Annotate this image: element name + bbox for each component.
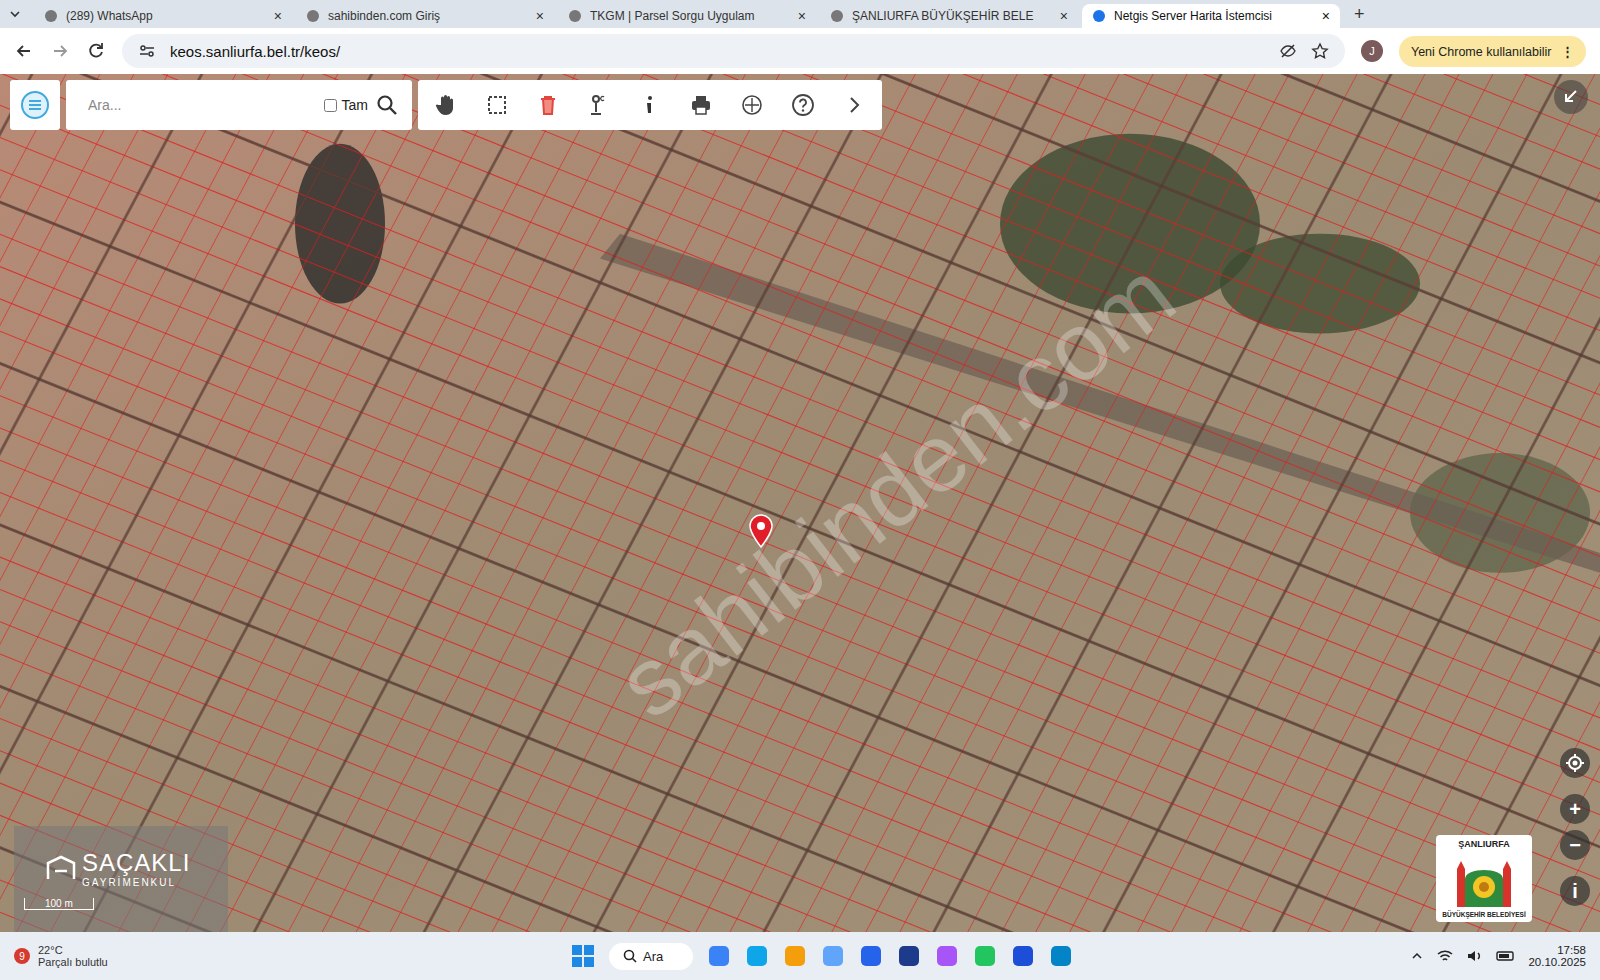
parcel-search: Tam	[66, 80, 412, 130]
favicon-icon	[830, 9, 844, 23]
map-view[interactable]: sahibinden.com Tam + − i ŞANLIURFABÜYÜKŞEHİR …	[0, 74, 1600, 932]
browser-window: (289) WhatsApp×sahibinden.com Giriş×TKGM…	[0, 0, 1600, 980]
print-icon[interactable]	[689, 93, 713, 117]
browser-tab[interactable]: sahibinden.com Giriş×	[296, 4, 554, 28]
tracking-off-icon[interactable]	[1279, 42, 1297, 60]
tab-close-button[interactable]: ×	[274, 8, 282, 24]
municipality-logo: ŞANLIURFABÜYÜKŞEHİR BELEDİYESİ	[1436, 835, 1532, 922]
search-input[interactable]	[86, 96, 312, 114]
address-bar[interactable]: keos.sanliurfa.bel.tr/keos/	[122, 34, 1345, 68]
weather-widget[interactable]: 922°CParçalı bulutlu	[14, 944, 234, 968]
map-tools	[418, 80, 882, 130]
locate-icon	[1565, 753, 1585, 773]
volume-icon[interactable]	[1466, 947, 1484, 965]
scale-bar: 100 m	[24, 898, 94, 910]
more-tools-icon[interactable]	[842, 93, 866, 117]
taskbar-app-icon[interactable]	[859, 944, 883, 968]
locate-button[interactable]	[1560, 748, 1590, 778]
search-icon	[623, 949, 637, 963]
taskbar: 922°CParçalı bulutlu Ara 17:5820.10.2025	[0, 932, 1600, 980]
full-match-checkbox[interactable]: Tam	[320, 96, 368, 115]
tab-close-button[interactable]: ×	[1060, 8, 1068, 24]
new-tab-button[interactable]: +	[1344, 4, 1375, 25]
taskbar-apps: Ara	[234, 943, 1410, 970]
collapse-panel-button[interactable]	[1554, 80, 1588, 114]
zoom-out-button[interactable]: −	[1560, 830, 1590, 860]
map-controls: + − i	[1560, 748, 1590, 906]
browser-tab[interactable]: (289) WhatsApp×	[34, 4, 292, 28]
browser-tab[interactable]: Netgis Server Harita İstemcisi×	[1082, 4, 1340, 28]
tab-strip: (289) WhatsApp×sahibinden.com Giriş×TKGM…	[0, 0, 1600, 28]
map-info-button[interactable]: i	[1560, 876, 1590, 906]
zoom-in-button[interactable]: +	[1560, 794, 1590, 824]
tray-overflow-icon[interactable]	[1410, 949, 1424, 963]
info-icon[interactable]	[638, 93, 662, 117]
tab-close-button[interactable]: ×	[798, 8, 806, 24]
agency-logo: SAÇAKLIGAYRİMENKUL100 m	[14, 826, 228, 932]
windows-start-icon[interactable]	[571, 944, 595, 968]
collapse-arrow-icon	[1560, 86, 1582, 108]
taskbar-app-icon[interactable]	[783, 944, 807, 968]
favicon-icon	[306, 9, 320, 23]
tab-close-button[interactable]: ×	[1322, 8, 1330, 24]
delete-icon[interactable]	[536, 93, 560, 117]
taskbar-search[interactable]: Ara	[609, 943, 693, 970]
help-icon[interactable]	[791, 93, 815, 117]
browser-toolbar: keos.sanliurfa.bel.tr/keos/J Yeni Chrome …	[0, 28, 1600, 74]
battery-icon[interactable]	[1496, 947, 1516, 965]
tab-search-icon[interactable]	[8, 7, 22, 21]
back-icon[interactable]	[14, 41, 34, 61]
forward-icon[interactable]	[50, 41, 70, 61]
browser-tab[interactable]: ŞANLIURFA BÜYÜKŞEHİR BELE×	[820, 4, 1078, 28]
weather-badge: 9	[14, 948, 30, 964]
measure-icon[interactable]	[740, 93, 764, 117]
browser-tab[interactable]: TKGM | Parsel Sorgu Uygulam×	[558, 4, 816, 28]
taskbar-app-icon[interactable]	[1011, 944, 1035, 968]
box-select-icon[interactable]	[485, 93, 509, 117]
satellite-parcel-map[interactable]	[0, 74, 1600, 932]
taskbar-app-icon[interactable]	[745, 944, 769, 968]
menu-icon	[20, 90, 50, 120]
taskbar-app-icon[interactable]	[821, 944, 845, 968]
bookmark-star-icon[interactable]	[1311, 42, 1329, 60]
watermark: sahibinden.com	[597, 239, 1195, 740]
taskbar-app-icon[interactable]	[897, 944, 921, 968]
taskbar-app-icon[interactable]	[707, 944, 731, 968]
taskbar-app-icon[interactable]	[973, 944, 997, 968]
wifi-icon[interactable]	[1436, 947, 1454, 965]
tab-close-button[interactable]: ×	[536, 8, 544, 24]
agency-mark-icon	[46, 855, 76, 881]
map-toolbar: Tam	[10, 80, 882, 130]
taskbar-app-icon[interactable]	[935, 944, 959, 968]
reload-icon[interactable]	[86, 41, 106, 61]
location-pin-icon[interactable]	[748, 514, 774, 548]
favicon-icon	[568, 9, 582, 23]
taskbar-app-icon[interactable]	[1049, 944, 1073, 968]
site-settings-icon[interactable]	[138, 42, 156, 60]
system-tray: 17:5820.10.2025	[1410, 944, 1586, 968]
municipality-emblem-icon	[1449, 849, 1519, 911]
favicon-icon	[1092, 9, 1106, 23]
coordinate-pin-icon[interactable]	[587, 93, 611, 117]
search-icon[interactable]	[376, 94, 398, 116]
update-chrome-button[interactable]: Yeni Chrome kullanılabilir ⋮	[1399, 36, 1586, 67]
profile-avatar[interactable]: J	[1361, 40, 1383, 62]
favicon-icon	[44, 9, 58, 23]
clock[interactable]: 17:5820.10.2025	[1528, 944, 1586, 968]
layers-menu-button[interactable]	[10, 80, 60, 130]
pan-hand-icon[interactable]	[434, 93, 458, 117]
